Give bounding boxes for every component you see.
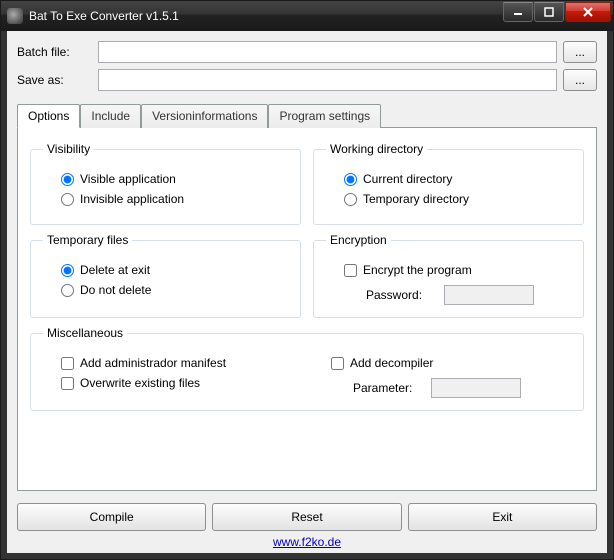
tab-include[interactable]: Include (80, 104, 141, 128)
app-icon (7, 8, 23, 24)
radio-visible[interactable] (61, 173, 74, 186)
check-overwrite-row[interactable]: Overwrite existing files (61, 376, 301, 390)
tab-options[interactable]: Options (17, 104, 80, 128)
legend-workdir: Working directory (326, 142, 427, 156)
check-encrypt-row[interactable]: Encrypt the program (344, 263, 571, 277)
tab-versioninfo[interactable]: Versioninformations (141, 104, 268, 128)
batch-file-row: Batch file: ... (17, 41, 597, 63)
footer: www.f2ko.de (17, 535, 597, 549)
tabstrip: Options Include Versioninformations Prog… (17, 103, 597, 127)
group-tempfiles: Temporary files Delete at exit Do not de… (30, 233, 301, 318)
radio-keep-row[interactable]: Do not delete (61, 283, 288, 297)
group-misc: Miscellaneous Add administrador manifest… (30, 326, 584, 411)
radio-visible-row[interactable]: Visible application (61, 172, 288, 186)
batch-browse-button[interactable]: ... (563, 41, 597, 63)
radio-invisible-label: Invisible application (80, 192, 184, 206)
radio-invisible-row[interactable]: Invisible application (61, 192, 288, 206)
save-as-label: Save as: (17, 73, 92, 87)
check-encrypt-label: Encrypt the program (363, 263, 472, 277)
client-area: Batch file: ... Save as: ... Options Inc… (1, 31, 613, 559)
radio-current[interactable] (344, 173, 357, 186)
radio-current-row[interactable]: Current directory (344, 172, 571, 186)
parameter-input[interactable] (431, 378, 521, 398)
legend-tempfiles: Temporary files (43, 233, 132, 247)
radio-keep-label: Do not delete (80, 283, 151, 297)
radio-delete-row[interactable]: Delete at exit (61, 263, 288, 277)
radio-invisible[interactable] (61, 193, 74, 206)
window-title: Bat To Exe Converter v1.5.1 (29, 9, 179, 23)
group-workdir: Working directory Current directory Temp… (313, 142, 584, 225)
password-row: Password: (366, 285, 571, 305)
button-bar: Compile Reset Exit (17, 503, 597, 531)
batch-file-input[interactable] (98, 41, 557, 63)
password-input[interactable] (444, 285, 534, 305)
radio-current-label: Current directory (363, 172, 452, 186)
save-as-row: Save as: ... (17, 69, 597, 91)
minimize-button[interactable] (503, 2, 533, 22)
app-window: Bat To Exe Converter v1.5.1 Batch file: … (0, 0, 614, 560)
maximize-button[interactable] (534, 2, 564, 22)
radio-keep[interactable] (61, 284, 74, 297)
legend-misc: Miscellaneous (43, 326, 127, 340)
check-decompiler-label: Add decompiler (350, 356, 433, 370)
check-admin[interactable] (61, 357, 74, 370)
group-visibility: Visibility Visible application Invisible… (30, 142, 301, 225)
footer-link[interactable]: www.f2ko.de (273, 535, 341, 549)
legend-visibility: Visibility (43, 142, 94, 156)
check-decompiler-row[interactable]: Add decompiler (331, 356, 571, 370)
close-button[interactable] (565, 2, 611, 22)
ellipsis-icon: ... (575, 45, 585, 59)
check-overwrite-label: Overwrite existing files (80, 376, 200, 390)
window-controls (503, 2, 611, 22)
radio-temp-row[interactable]: Temporary directory (344, 192, 571, 206)
group-encryption: Encryption Encrypt the program Password: (313, 233, 584, 318)
check-decompiler[interactable] (331, 357, 344, 370)
tab-programsettings[interactable]: Program settings (268, 104, 381, 128)
check-overwrite[interactable] (61, 377, 74, 390)
batch-file-label: Batch file: (17, 45, 92, 59)
legend-encryption: Encryption (326, 233, 391, 247)
parameter-row: Parameter: (353, 378, 571, 398)
radio-delete[interactable] (61, 264, 74, 277)
check-encrypt[interactable] (344, 264, 357, 277)
exit-button[interactable]: Exit (408, 503, 597, 531)
save-as-input[interactable] (98, 69, 557, 91)
check-admin-row[interactable]: Add administrador manifest (61, 356, 301, 370)
check-admin-label: Add administrador manifest (80, 356, 226, 370)
compile-button[interactable]: Compile (17, 503, 206, 531)
radio-delete-label: Delete at exit (80, 263, 150, 277)
password-label: Password: (366, 288, 436, 302)
titlebar[interactable]: Bat To Exe Converter v1.5.1 (1, 1, 613, 31)
saveas-browse-button[interactable]: ... (563, 69, 597, 91)
radio-temp[interactable] (344, 193, 357, 206)
radio-visible-label: Visible application (80, 172, 176, 186)
tabpanel-options: Visibility Visible application Invisible… (17, 127, 597, 491)
ellipsis-icon: ... (575, 73, 585, 87)
parameter-label: Parameter: (353, 381, 423, 395)
reset-button[interactable]: Reset (212, 503, 401, 531)
radio-temp-label: Temporary directory (363, 192, 469, 206)
